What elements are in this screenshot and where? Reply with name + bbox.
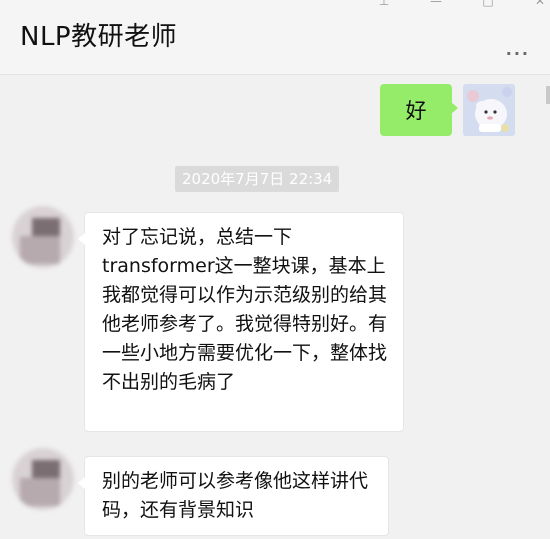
incoming-message-bubble[interactable]: 别的老师可以参考像他这样讲代码，还有背景知识 <box>78 456 389 536</box>
outgoing-message-bubble[interactable]: 好 <box>380 84 458 136</box>
message-timestamp: 2020年7月7日 22:34 <box>175 166 340 192</box>
scrollbar[interactable] <box>546 86 550 104</box>
contact-avatar[interactable] <box>12 206 74 268</box>
maximize-icon[interactable]: □ <box>482 0 494 8</box>
self-avatar[interactable] <box>463 84 515 136</box>
cartoon-avatar-image <box>463 84 515 136</box>
title-bar: ⊥ — □ ✕ NLP教研老师 ... <box>0 0 550 75</box>
contact-avatar[interactable] <box>12 448 74 510</box>
incoming-message-bubble[interactable]: 对了忘记说，总结一下 transformer这一整块课，基本上我都觉得可以作为示… <box>78 212 404 432</box>
chat-title: NLP教研老师 <box>20 22 178 52</box>
close-icon[interactable]: ✕ <box>534 0 546 8</box>
minimize-icon[interactable]: — <box>430 0 442 8</box>
pin-icon[interactable]: ⊥ <box>378 0 390 8</box>
more-options-button[interactable]: ... <box>506 40 530 59</box>
window-controls: ⊥ — □ ✕ <box>378 0 546 8</box>
